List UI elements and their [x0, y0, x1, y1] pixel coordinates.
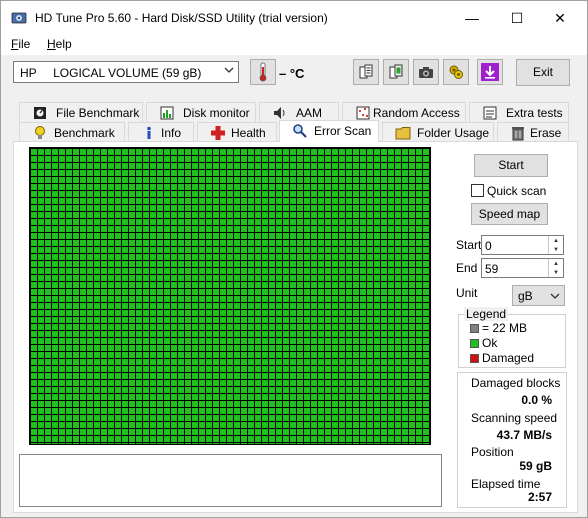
tab-extra-tests[interactable]: Extra tests: [469, 102, 569, 122]
position-label: Position: [471, 445, 514, 459]
start-field-label: Start: [456, 238, 482, 252]
close-button[interactable]: ✕: [537, 1, 583, 35]
options-button[interactable]: [443, 59, 469, 85]
copy-info-icon: [389, 64, 403, 79]
spin-down-icon[interactable]: ▼: [548, 245, 563, 254]
legend-damaged-swatch: [470, 354, 479, 363]
speed-map-button[interactable]: Speed map: [471, 203, 548, 225]
legend-ok-label: Ok: [482, 336, 498, 350]
scan-log-box: [19, 454, 442, 507]
tab-benchmark[interactable]: Benchmark: [19, 122, 125, 142]
tab-health[interactable]: Health: [197, 122, 277, 142]
maximize-button[interactable]: ☐: [494, 1, 540, 35]
disk-monitor-icon: [160, 106, 174, 120]
folder-icon: [395, 127, 411, 140]
menu-file[interactable]: File: [11, 37, 30, 51]
tab-info[interactable]: Info: [128, 122, 194, 142]
screenshot-button[interactable]: [413, 59, 439, 85]
camera-icon: [419, 67, 433, 78]
minimize-button[interactable]: —: [449, 1, 495, 35]
start-value: 0: [485, 239, 492, 253]
spin-up-icon[interactable]: ▲: [548, 259, 563, 268]
health-cross-icon: [211, 126, 225, 140]
chevron-down-icon: [550, 293, 560, 299]
options-icon: [449, 65, 463, 79]
damaged-blocks-label: Damaged blocks: [471, 376, 561, 390]
copy-text-button[interactable]: [353, 59, 379, 85]
speaker-icon: [274, 107, 285, 119]
elapsed-time-label: Elapsed time: [471, 477, 541, 491]
end-value: 59: [485, 262, 499, 276]
tab-error-scan[interactable]: Error Scan: [279, 120, 379, 142]
damaged-blocks-value: 0.0 %: [521, 393, 552, 407]
legend-block-swatch: [470, 324, 479, 333]
copy-text-icon: [359, 64, 373, 79]
tab-erase[interactable]: Erase: [497, 122, 569, 142]
tab-folder-usage[interactable]: Folder Usage: [382, 122, 494, 142]
scanning-speed-value: 43.7 MB/s: [496, 428, 552, 442]
start-scan-button[interactable]: Start: [474, 154, 548, 177]
drive-select-value: HP LOGICAL VOLUME (59 gB): [20, 66, 202, 80]
close-icon: ✕: [554, 9, 566, 26]
menu-bar: File Help: [1, 35, 587, 55]
maximize-icon: ☐: [510, 9, 524, 26]
minimize-icon: —: [465, 10, 479, 26]
tab-random-access[interactable]: Random Access: [342, 102, 466, 122]
chevron-down-icon: [224, 67, 234, 73]
end-spinner[interactable]: 59 ▲ ▼: [481, 258, 564, 278]
menu-help[interactable]: Help: [47, 37, 72, 51]
tab-file-benchmark[interactable]: File Benchmark: [19, 102, 143, 122]
drive-select[interactable]: HP LOGICAL VOLUME (59 gB): [13, 61, 239, 83]
start-spinner[interactable]: 0 ▲ ▼: [481, 235, 564, 255]
legend-damaged-label: Damaged: [482, 351, 535, 365]
lightbulb-icon: [35, 126, 45, 139]
legend-block-size: = 22 MB: [482, 321, 528, 335]
elapsed-time-value: 2:57: [527, 490, 552, 504]
tab-disk-monitor[interactable]: Disk monitor: [146, 102, 256, 122]
scanning-speed-label: Scanning speed: [471, 411, 558, 425]
app-icon: [11, 12, 27, 24]
position-value: 59 gB: [519, 459, 552, 473]
legend-title: Legend: [464, 307, 509, 321]
save-button[interactable]: [477, 59, 503, 85]
scan-block-map: [29, 147, 431, 445]
exit-button[interactable]: Exit: [516, 59, 570, 86]
copy-info-button[interactable]: [383, 59, 409, 85]
title-bar: HD Tune Pro 5.60 - Hard Disk/SSD Utility…: [1, 1, 587, 35]
unit-select[interactable]: gB: [512, 285, 565, 306]
spin-down-icon[interactable]: ▼: [548, 268, 563, 277]
file-benchmark-icon: [34, 107, 46, 119]
save-download-icon: [481, 63, 499, 81]
legend-ok-swatch: [470, 339, 479, 348]
quick-scan-checkbox[interactable]: [471, 184, 484, 197]
thermometer-icon: [259, 62, 267, 82]
temperature-readout: – °C: [279, 66, 305, 81]
random-access-icon: [356, 106, 370, 120]
end-field-label: End: [456, 261, 478, 275]
info-icon: [147, 126, 151, 139]
quick-scan-label[interactable]: Quick scan: [487, 184, 546, 198]
temperature-button[interactable]: [250, 59, 276, 85]
unit-select-value: gB: [518, 289, 533, 303]
unit-field-label: Unit: [456, 286, 478, 300]
magnifier-icon: [293, 124, 307, 138]
window-title: HD Tune Pro 5.60 - Hard Disk/SSD Utility…: [35, 11, 328, 25]
tab-aam[interactable]: AAM: [259, 102, 339, 122]
extra-tests-icon: [483, 106, 497, 120]
spin-up-icon[interactable]: ▲: [548, 236, 563, 245]
trash-icon: [512, 127, 524, 141]
main-window: HD Tune Pro 5.60 - Hard Disk/SSD Utility…: [0, 0, 588, 518]
